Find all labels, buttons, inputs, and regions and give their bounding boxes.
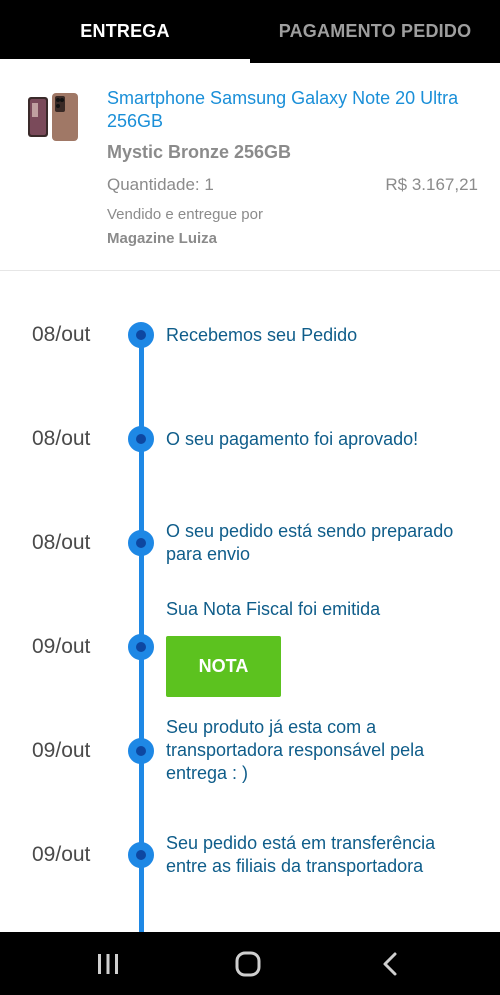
tab-bar: ENTREGA PAGAMENTO PEDIDO <box>0 0 500 63</box>
event-text: Seu pedido está em transferência entre a… <box>166 833 436 876</box>
seller-label: Vendido e entregue por <box>107 206 263 223</box>
tab-entrega[interactable]: ENTREGA <box>0 0 250 63</box>
event-text: Sua Nota Fiscal foi emitida <box>166 599 381 619</box>
event-date: 09/out <box>32 635 91 658</box>
divider <box>0 270 500 271</box>
event-date: 09/out <box>32 843 91 866</box>
timeline-dot-icon <box>128 738 154 764</box>
event-text: Recebemos seu Pedido <box>166 325 358 345</box>
seller-name: Magazine Luiza <box>107 230 218 247</box>
product-card[interactable]: Smartphone Samsung Galaxy Note 20 Ultra … <box>0 63 500 270</box>
timeline-dot-icon <box>128 530 154 556</box>
nota-button[interactable]: NOTA <box>166 636 281 697</box>
product-variant: Mystic Bronze 256GB <box>107 142 292 162</box>
home-icon[interactable] <box>220 932 276 995</box>
event-date: 08/out <box>32 427 91 450</box>
timeline-dot-icon <box>128 634 154 660</box>
recent-apps-icon[interactable] <box>80 932 136 995</box>
event-text: Seu produto já esta com a transportadora… <box>166 717 425 783</box>
back-icon[interactable] <box>362 932 418 995</box>
product-thumbnail <box>26 91 82 143</box>
tab-pagamento-pedido[interactable]: PAGAMENTO PEDIDO <box>250 0 500 63</box>
timeline-dot-icon <box>128 842 154 868</box>
system-nav-bar <box>0 932 500 995</box>
event-text: O seu pedido está sendo preparado para e… <box>166 521 454 564</box>
product-title[interactable]: Smartphone Samsung Galaxy Note 20 Ultra … <box>107 87 477 133</box>
product-price: R$ 3.167,21 <box>385 175 478 194</box>
timeline-dot-icon <box>128 322 154 348</box>
event-date: 09/out <box>32 739 91 762</box>
event-text: O seu pagamento foi aprovado! <box>166 429 419 449</box>
product-quantity: Quantidade: 1 <box>107 175 214 194</box>
event-date: 08/out <box>32 531 91 554</box>
timeline-dot-icon <box>128 426 154 452</box>
event-date: 08/out <box>32 323 91 346</box>
